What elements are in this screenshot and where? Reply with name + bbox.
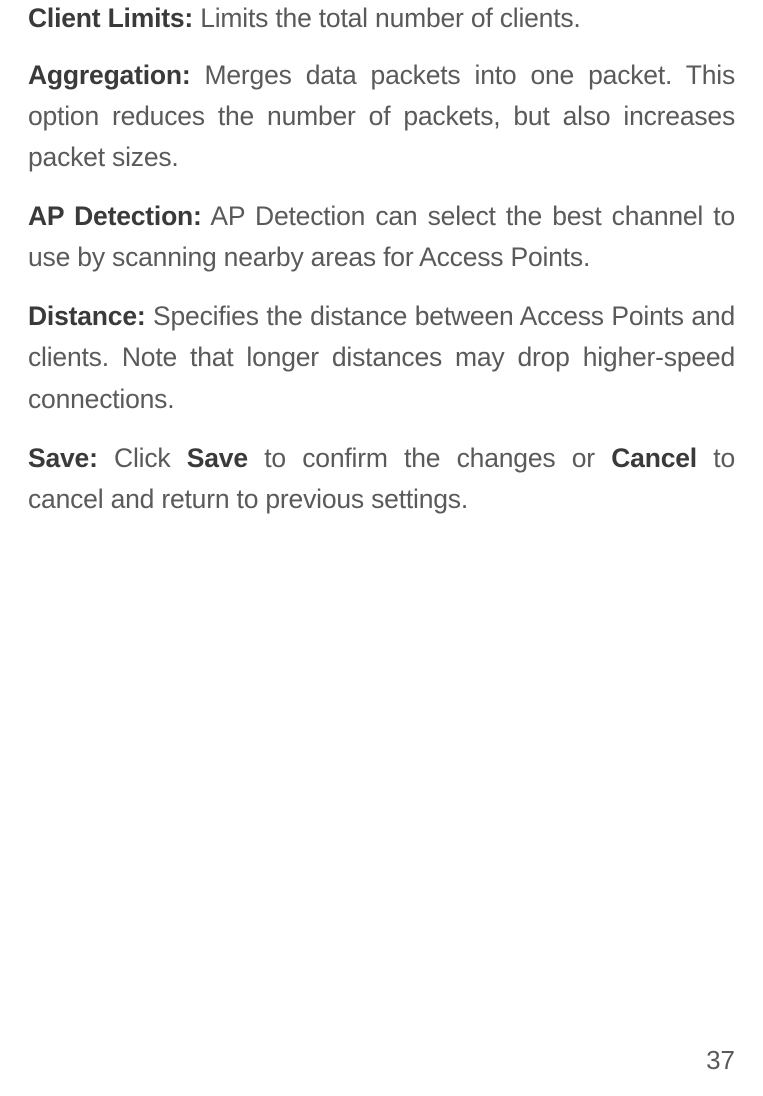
term-save: Save: (28, 443, 98, 473)
page-number: 37 (706, 1045, 735, 1076)
save-bold-save: Save (187, 443, 248, 473)
save-bold-cancel: Cancel (611, 443, 697, 473)
entry-client-limits: Client Limits: Limits the total number o… (28, 0, 735, 37)
entry-save: Save: Click Save to confirm the changes … (28, 438, 735, 520)
term-ap-detection: AP Detection: (28, 201, 202, 231)
entry-ap-detection: AP Detection: AP Detection can select th… (28, 196, 735, 278)
term-distance: Distance: (28, 301, 146, 331)
entry-distance: Distance: Specifies the distance between… (28, 296, 735, 419)
entry-aggregation: Aggregation: Merges data packets into on… (28, 55, 735, 178)
save-part2: to confirm the changes or (248, 443, 611, 473)
desc-client-limits: Limits the total number of clients. (193, 3, 581, 33)
save-part1: Click (98, 443, 187, 473)
document-content: Client Limits: Limits the total number o… (28, 0, 735, 520)
term-aggregation: Aggregation: (28, 60, 190, 90)
term-client-limits: Client Limits: (28, 3, 193, 33)
